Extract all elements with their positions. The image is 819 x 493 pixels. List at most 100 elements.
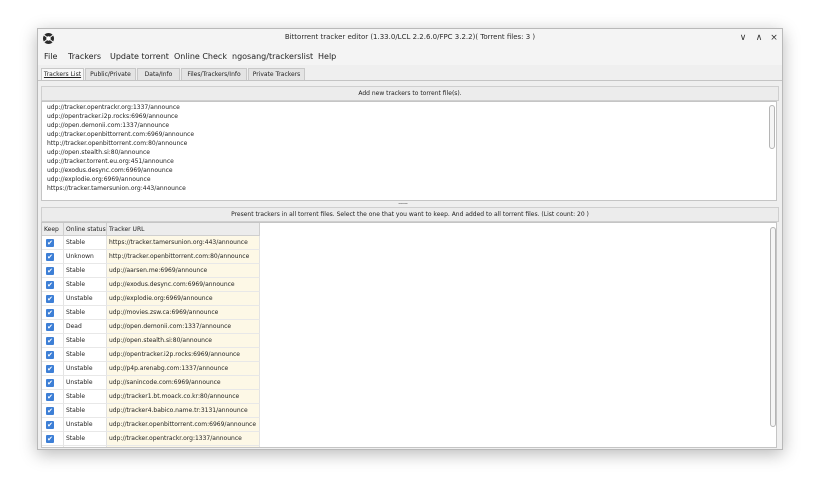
menu-help[interactable]: Help	[318, 52, 336, 61]
online-status-cell: Stable	[64, 348, 107, 362]
online-status-cell: Stable	[64, 334, 107, 348]
textarea-scrollbar[interactable]	[769, 105, 775, 149]
menu-trackers[interactable]: Trackers	[68, 52, 101, 61]
online-status-cell: Unstable	[64, 376, 107, 390]
tab-public-private[interactable]: Public/Private	[85, 68, 136, 80]
online-status-cell: Stable	[64, 278, 107, 292]
keep-checkbox[interactable]: ✔	[46, 435, 54, 443]
tracker-url-cell[interactable]: udp://tracker1.bt.moack.co.kr:80/announc…	[107, 390, 260, 404]
online-status-cell: Stable	[64, 306, 107, 320]
main-window: Bittorrent tracker editor (1.33.0/LCL 2.…	[37, 28, 783, 450]
keep-checkbox[interactable]: ✔	[46, 379, 54, 387]
keep-checkbox[interactable]: ✔	[46, 253, 54, 261]
column-header-keep[interactable]: Keep	[42, 223, 64, 236]
window-title: Bittorrent tracker editor (1.33.0/LCL 2.…	[284, 33, 536, 41]
keep-cell: ✔	[42, 264, 64, 278]
tracker-line: udp://explodie.org:6969/announce	[47, 176, 151, 183]
grid-scrollbar[interactable]	[770, 227, 776, 427]
online-status-cell: Stable	[64, 432, 107, 446]
tracker-url-cell[interactable]: udp://aarsen.me:6969/announce	[107, 264, 260, 278]
keep-checkbox[interactable]: ✔	[46, 351, 54, 359]
menu-ngosang-trackerslist[interactable]: ngosang/trackerslist	[232, 52, 313, 61]
keep-checkbox[interactable]: ✔	[46, 365, 54, 373]
keep-cell: ✔	[42, 446, 64, 447]
keep-cell: ✔	[42, 306, 64, 320]
tracker-url-cell[interactable]: udp://movies.zsw.ca:6969/announce	[107, 306, 260, 320]
minimize-icon[interactable]: ∨	[738, 33, 748, 43]
keep-checkbox[interactable]: ✔	[46, 295, 54, 303]
tracker-line: http://tracker.openbittorrent.com:80/ann…	[47, 140, 188, 147]
keep-checkbox[interactable]: ✔	[46, 337, 54, 345]
tab-data-info[interactable]: Data/Info	[137, 68, 180, 80]
tab-files-trackers-info[interactable]: Files/Trackers/Info	[181, 68, 247, 80]
keep-cell: ✔	[42, 348, 64, 362]
keep-cell: ✔	[42, 334, 64, 348]
column-header-online-status[interactable]: Online status	[64, 223, 107, 236]
tracker-url-cell[interactable]: udp://tracker.theoks.net:6969/announce	[107, 446, 260, 447]
keep-cell: ✔	[42, 432, 64, 446]
keep-cell: ✔	[42, 250, 64, 264]
tab-private-trackers[interactable]: Private Trackers	[248, 68, 305, 80]
tracker-url-cell[interactable]: udp://opentracker.i2p.rocks:6969/announc…	[107, 348, 260, 362]
tab-trackers-list[interactable]: Trackers List	[41, 68, 84, 80]
keep-checkbox[interactable]: ✔	[46, 281, 54, 289]
tracker-line: udp://open.stealth.si:80/announce	[47, 149, 150, 156]
online-status-cell: Unstable	[64, 292, 107, 306]
online-status-cell: Stable	[64, 236, 107, 250]
tracker-line: udp://open.demonii.com:1337/announce	[47, 122, 170, 129]
online-status-cell: Dead	[64, 320, 107, 334]
tracker-url-cell[interactable]: udp://tracker4.babico.name.tr:3131/annou…	[107, 404, 260, 418]
menu-bar: File Trackers Update torrent Online Chec…	[38, 49, 782, 65]
tracker-url-cell[interactable]: udp://explodie.org:6969/announce	[107, 292, 260, 306]
column-header-tracker-url[interactable]: Tracker URL	[107, 223, 260, 236]
tracker-url-cell[interactable]: udp://open.stealth.si:80/announce	[107, 334, 260, 348]
menu-online-check[interactable]: Online Check	[174, 52, 227, 61]
trackers-grid[interactable]: Keep Online status Tracker URL ✔ Stable ht…	[41, 222, 777, 448]
keep-checkbox[interactable]: ✔	[46, 323, 54, 331]
present-trackers-header: Present trackers in all torrent files. S…	[41, 207, 779, 222]
keep-cell: ✔	[42, 362, 64, 376]
tracker-line: udp://opentracker.i2p.rocks:6969/announc…	[47, 113, 178, 120]
menu-file[interactable]: File	[44, 52, 57, 61]
new-trackers-textarea[interactable]: udp://tracker.opentrackr.org:1337/announ…	[41, 101, 777, 201]
tracker-url-cell[interactable]: http://tracker.openbittorrent.com:80/ann…	[107, 250, 260, 264]
tracker-line: udp://exodus.desync.com:6969/announce	[47, 167, 173, 174]
online-status-cell: Unstable	[64, 362, 107, 376]
tracker-line: https://tracker.tamersunion.org:443/anno…	[47, 185, 186, 192]
keep-checkbox[interactable]: ✔	[46, 393, 54, 401]
menu-update-torrent[interactable]: Update torrent	[110, 52, 169, 61]
keep-cell: ✔	[42, 236, 64, 250]
online-status-cell: Unstable	[64, 418, 107, 432]
keep-checkbox[interactable]: ✔	[46, 421, 54, 429]
online-status-cell: Stable	[64, 390, 107, 404]
keep-checkbox[interactable]: ✔	[46, 407, 54, 415]
online-status-cell: Stable	[64, 264, 107, 278]
tracker-url-cell[interactable]: udp://tracker.openbittorrent.com:6969/an…	[107, 418, 260, 432]
keep-checkbox[interactable]: ✔	[46, 309, 54, 317]
keep-cell: ✔	[42, 278, 64, 292]
keep-cell: ✔	[42, 418, 64, 432]
close-icon[interactable]: ×	[769, 33, 779, 43]
tab-bar: Trackers List Public/Private Data/Info F…	[38, 66, 782, 81]
tracker-line: udp://tracker.openbittorrent.com:6969/an…	[47, 131, 195, 138]
tracker-line: udp://tracker.torrent.eu.org:451/announc…	[47, 158, 174, 165]
tracker-url-cell[interactable]: udp://sanincode.com:6969/announce	[107, 376, 260, 390]
tracker-url-cell[interactable]: udp://tracker.opentrackr.org:1337/announ…	[107, 432, 260, 446]
keep-cell: ✔	[42, 292, 64, 306]
tracker-line: udp://tracker.opentrackr.org:1337/announ…	[47, 104, 180, 111]
keep-cell: ✔	[42, 390, 64, 404]
tracker-url-cell[interactable]: udp://p4p.arenabg.com:1337/announce	[107, 362, 260, 376]
online-status-cell: Stable	[64, 404, 107, 418]
maximize-icon[interactable]: ∧	[754, 33, 764, 43]
keep-cell: ✔	[42, 376, 64, 390]
keep-checkbox[interactable]: ✔	[46, 267, 54, 275]
tracker-url-cell[interactable]: udp://open.demonii.com:1337/announce	[107, 320, 260, 334]
title-bar[interactable]: Bittorrent tracker editor (1.33.0/LCL 2.…	[38, 29, 782, 49]
keep-checkbox[interactable]: ✔	[46, 239, 54, 247]
tracker-url-cell[interactable]: udp://exodus.desync.com:6969/announce	[107, 278, 260, 292]
online-status-cell: Unknown	[64, 250, 107, 264]
add-trackers-header: Add new trackers to torrent file(s).	[41, 86, 779, 101]
online-status-cell: Stable	[64, 446, 107, 447]
tracker-url-cell[interactable]: https://tracker.tamersunion.org:443/anno…	[107, 236, 260, 250]
keep-cell: ✔	[42, 320, 64, 334]
